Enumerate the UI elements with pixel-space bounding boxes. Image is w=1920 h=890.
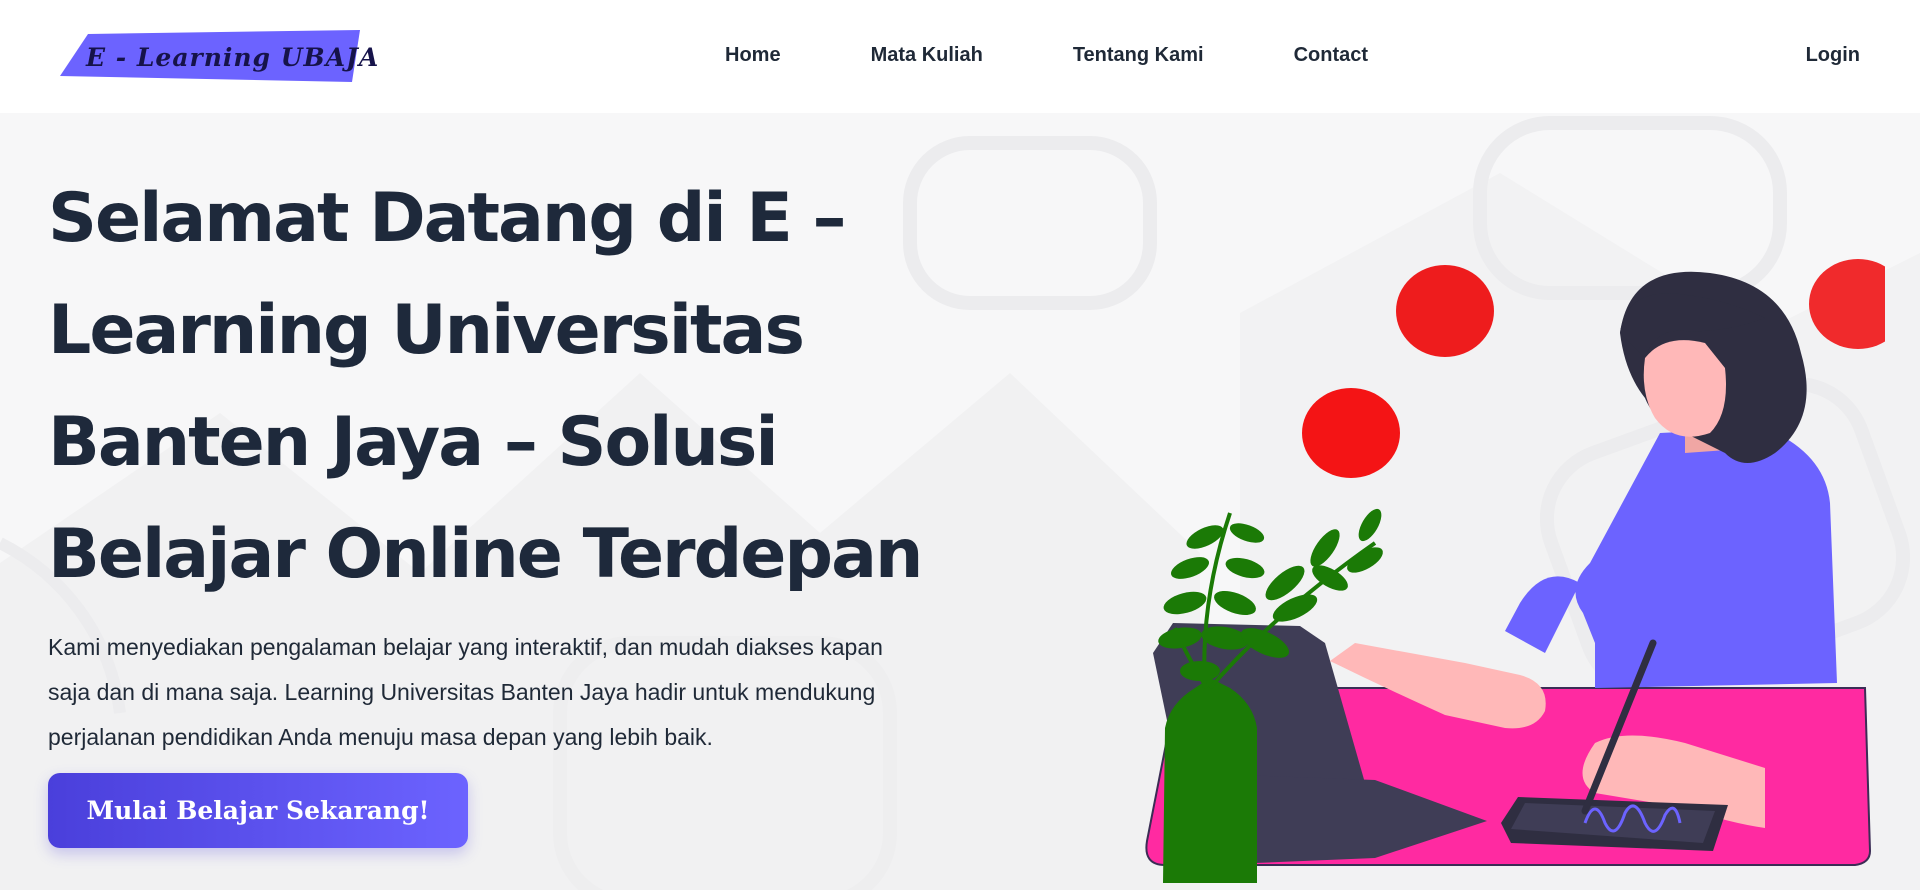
hero-section: Selamat Datang di E – Learning Universit… <box>0 113 1920 890</box>
person-working-at-laptop-illustration <box>1145 259 1885 883</box>
site-logo[interactable]: E - Learning UBAJA <box>60 28 378 84</box>
nav-mata-kuliah[interactable]: Mata Kuliah <box>871 44 983 67</box>
top-navbar: E - Learning UBAJA Home Mata Kuliah Tent… <box>0 0 1920 113</box>
red-circle <box>1302 388 1400 478</box>
red-circle <box>1809 259 1885 349</box>
main-nav: Home Mata Kuliah Tentang Kami Contact <box>725 44 1368 67</box>
hero-title: Selamat Datang di E – Learning Universit… <box>48 179 923 594</box>
nav-contact[interactable]: Contact <box>1294 44 1368 67</box>
login-link[interactable]: Login <box>1806 44 1860 67</box>
nav-home[interactable]: Home <box>725 44 781 67</box>
start-learning-button[interactable]: Mulai Belajar Sekarang! <box>48 773 468 848</box>
red-circle <box>1396 265 1494 357</box>
nav-tentang-kami[interactable]: Tentang Kami <box>1073 44 1204 67</box>
hero-description: Kami menyediakan pengalaman belajar yang… <box>48 634 883 750</box>
logo-text: E - Learning UBAJA <box>86 43 380 72</box>
